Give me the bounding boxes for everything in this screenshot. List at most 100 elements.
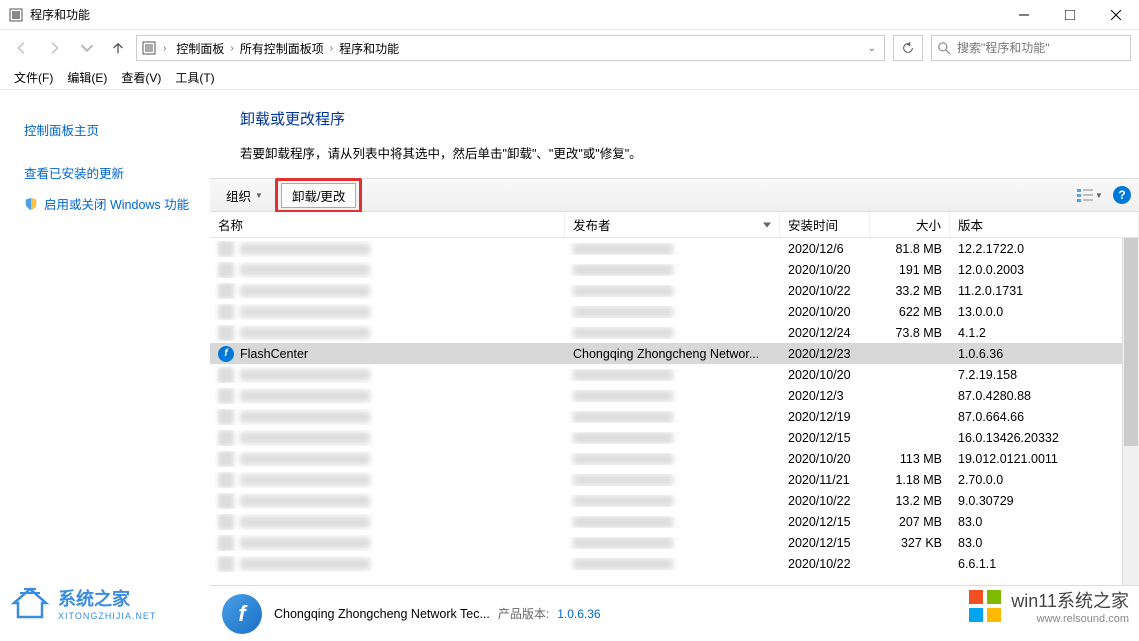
program-icon: [218, 472, 234, 488]
table-row[interactable]: 2020/10/2213.2 MB9.0.30729: [210, 490, 1139, 511]
nav-forward-button[interactable]: [40, 34, 68, 62]
program-icon: [218, 304, 234, 320]
cell-date: 2020/12/15: [780, 431, 870, 445]
table-row[interactable]: 2020/11/211.18 MB2.70.0.0: [210, 469, 1139, 490]
cell-size: 113 MB: [870, 452, 950, 466]
cell-publisher: [565, 453, 780, 465]
search-box[interactable]: [931, 35, 1131, 61]
program-icon: [218, 514, 234, 530]
uninstall-change-button[interactable]: 卸载/更改: [281, 183, 356, 208]
cell-name: [210, 262, 565, 278]
table-row[interactable]: 2020/10/20113 MB19.012.0121.0011: [210, 448, 1139, 469]
cell-publisher: [565, 495, 780, 507]
cell-name: [210, 472, 565, 488]
details-version-value: 1.0.6.36: [557, 607, 600, 621]
table-row[interactable]: 2020/12/681.8 MB12.2.1722.0: [210, 238, 1139, 259]
cell-publisher: [565, 285, 780, 297]
cell-name: [210, 304, 565, 320]
refresh-button[interactable]: [893, 35, 923, 61]
blurred-text: [573, 327, 673, 339]
blurred-text: [573, 285, 673, 297]
crumb-all-items[interactable]: 所有控制面板项: [236, 38, 328, 59]
crumb-control-panel[interactable]: 控制面板: [172, 38, 228, 59]
program-icon: [218, 535, 234, 551]
toolbar: 组织 ▼ 卸载/更改 ▼ ?: [210, 178, 1139, 212]
cell-name: [210, 388, 565, 404]
table-row[interactable]: 2020/12/1987.0.664.66: [210, 406, 1139, 427]
table-row[interactable]: 2020/10/20191 MB12.0.0.2003: [210, 259, 1139, 280]
address-dropdown-icon[interactable]: ⌄: [864, 43, 880, 54]
minimize-button[interactable]: [1001, 0, 1047, 29]
crumb-programs[interactable]: 程序和功能: [335, 38, 403, 59]
cell-name: [210, 241, 565, 257]
table-row[interactable]: 2020/12/1516.0.13426.20332: [210, 427, 1139, 448]
nav-back-button[interactable]: [8, 34, 36, 62]
cell-publisher: [565, 327, 780, 339]
menu-view[interactable]: 查看(V): [115, 67, 167, 88]
table-row[interactable]: 2020/12/2473.8 MB4.1.2: [210, 322, 1139, 343]
sidebar-features-label: 启用或关闭 Windows 功能: [44, 194, 189, 213]
organize-button[interactable]: 组织 ▼: [218, 183, 271, 208]
program-icon: [218, 325, 234, 341]
cell-version: 12.0.0.2003: [950, 263, 1139, 277]
table-row[interactable]: 2020/10/20622 MB13.0.0.0: [210, 301, 1139, 322]
page-title: 卸载或更改程序: [240, 108, 1139, 129]
menu-tools[interactable]: 工具(T): [169, 67, 220, 88]
sidebar-home[interactable]: 控制面板主页: [24, 114, 210, 145]
cell-date: 2020/10/20: [780, 452, 870, 466]
table-row[interactable]: 2020/12/387.0.4280.88: [210, 385, 1139, 406]
cell-date: 2020/10/22: [780, 557, 870, 571]
watermark-right-sub: www.relsound.com: [1011, 613, 1129, 625]
table-row[interactable]: fFlashCenterChongqing Zhongcheng Networ.…: [210, 343, 1139, 364]
chevron-right-icon: ›: [328, 43, 335, 54]
cell-version: 2.70.0.0: [950, 473, 1139, 487]
table-row[interactable]: 2020/10/2233.2 MB11.2.0.1731: [210, 280, 1139, 301]
view-options-button[interactable]: ▼: [1075, 188, 1105, 202]
blurred-text: [240, 495, 370, 507]
blurred-text: [240, 264, 370, 276]
search-input[interactable]: [957, 41, 1124, 55]
table-row[interactable]: 2020/12/15207 MB83.0: [210, 511, 1139, 532]
menu-bar: 文件(F) 编辑(E) 查看(V) 工具(T): [0, 66, 1139, 90]
table-row[interactable]: 2020/10/207.2.19.158: [210, 364, 1139, 385]
blurred-text: [573, 495, 673, 507]
maximize-button[interactable]: [1047, 0, 1093, 29]
location-icon: [141, 40, 157, 56]
cell-publisher: [565, 558, 780, 570]
cell-size: 33.2 MB: [870, 284, 950, 298]
column-version[interactable]: 版本: [950, 212, 1139, 237]
cell-publisher: [565, 369, 780, 381]
nav-up-button[interactable]: [104, 34, 132, 62]
column-install-date[interactable]: 安装时间: [780, 212, 870, 237]
program-icon: [218, 367, 234, 383]
scrollbar-thumb[interactable]: [1124, 238, 1138, 446]
cell-size: 81.8 MB: [870, 242, 950, 256]
sidebar-updates[interactable]: 查看已安装的更新: [24, 157, 210, 188]
cell-version: 12.2.1722.0: [950, 242, 1139, 256]
program-name: FlashCenter: [240, 347, 308, 361]
cell-date: 2020/10/22: [780, 494, 870, 508]
menu-edit[interactable]: 编辑(E): [61, 67, 113, 88]
title-bar: 程序和功能: [0, 0, 1139, 30]
address-row: › 控制面板 › 所有控制面板项 › 程序和功能 ⌄: [0, 30, 1139, 66]
close-button[interactable]: [1093, 0, 1139, 29]
sidebar-windows-features[interactable]: 启用或关闭 Windows 功能: [24, 188, 210, 219]
cell-version: 1.0.6.36: [950, 347, 1139, 361]
cell-size: 207 MB: [870, 515, 950, 529]
cell-version: 13.0.0.0: [950, 305, 1139, 319]
nav-history-dropdown[interactable]: [72, 34, 100, 62]
cell-publisher: [565, 537, 780, 549]
blurred-text: [573, 432, 673, 444]
help-button[interactable]: ?: [1113, 186, 1131, 204]
address-bar[interactable]: › 控制面板 › 所有控制面板项 › 程序和功能 ⌄: [136, 35, 885, 61]
table-row[interactable]: 2020/12/15327 KB83.0: [210, 532, 1139, 553]
vertical-scrollbar[interactable]: [1122, 238, 1139, 585]
menu-file[interactable]: 文件(F): [8, 67, 59, 88]
column-size[interactable]: 大小: [870, 212, 950, 237]
column-name[interactable]: 名称: [210, 212, 565, 237]
watermark-left-sub: XITONGZHIJIA.NET: [58, 611, 156, 621]
table-row[interactable]: 2020/10/226.6.1.1: [210, 553, 1139, 574]
cell-name: [210, 493, 565, 509]
column-publisher[interactable]: 发布者: [565, 212, 780, 237]
table-header: 名称 发布者 安装时间 大小 版本: [210, 212, 1139, 238]
